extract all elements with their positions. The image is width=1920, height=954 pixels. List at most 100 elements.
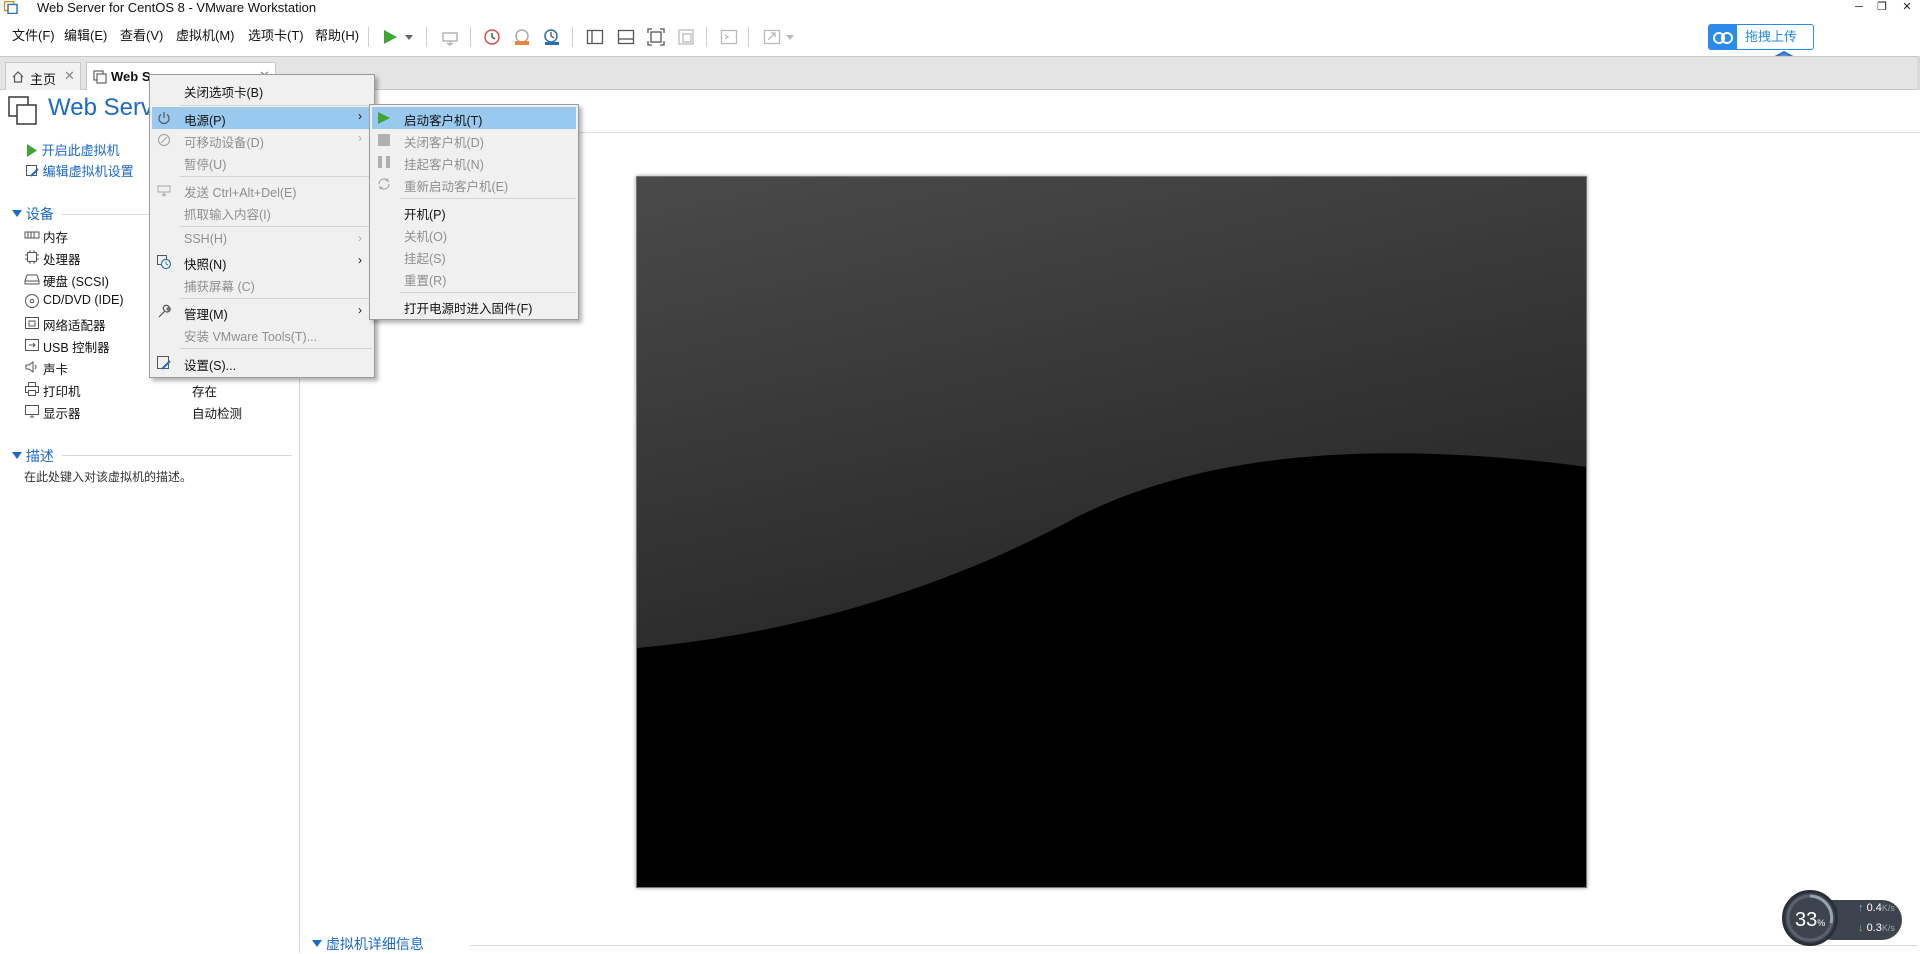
- menu-item-label: 重置(R): [404, 274, 447, 288]
- processor-icon: [24, 249, 40, 265]
- menu-item-label: 开机(P): [404, 208, 446, 222]
- power-dropdown-icon[interactable]: [402, 27, 416, 47]
- menu-pause[interactable]: 暂停(U): [152, 151, 372, 173]
- edit-vm-settings-label: 编辑虚拟机设置: [42, 164, 134, 179]
- menu-item-label: 捕获屏幕 (C): [184, 280, 255, 294]
- stretch-guest-icon[interactable]: [762, 27, 782, 47]
- close-window-button[interactable]: ✕: [1897, 0, 1917, 14]
- menu-suspend[interactable]: 挂起(S): [372, 245, 576, 267]
- maximize-button[interactable]: ❐: [1872, 0, 1892, 14]
- menu-item-label: 重新启动客户机(E): [404, 180, 509, 194]
- menu-help[interactable]: 帮助(H): [315, 18, 359, 54]
- device-name: 声卡: [43, 363, 69, 377]
- console-view-icon[interactable]: [719, 27, 739, 47]
- network-speed-widget[interactable]: 33% ↑ 0.4K/s ↓ 0.3K/s: [1782, 888, 1902, 948]
- menu-separator: [180, 348, 372, 349]
- menu-separator: [400, 292, 576, 293]
- tab-home-label: 主页: [30, 72, 57, 87]
- menu-capture-screen[interactable]: 捕获屏幕 (C): [152, 273, 372, 295]
- cloud-icon: [1709, 25, 1737, 49]
- snapshot-icon: [156, 254, 172, 270]
- menu-suspend-guest[interactable]: 挂起客户机(N): [372, 151, 576, 173]
- vmware-app-icon[interactable]: [4, 1, 18, 14]
- toolbar-separator: [748, 27, 749, 47]
- menu-manage[interactable]: 管理(M) ›: [152, 301, 372, 323]
- stretch-dropdown-icon[interactable]: [784, 27, 796, 47]
- wrench-icon: [156, 304, 172, 320]
- description-placeholder[interactable]: 在此处键入对该虚拟机的描述。: [24, 468, 192, 485]
- menu-toolbar: 文件(F) 编辑(E) 查看(V) 虚拟机(M) 选项卡(T) 帮助(H) 拖拽…: [0, 18, 1920, 56]
- full-screen-icon[interactable]: [646, 27, 666, 47]
- device-value: 自动检测: [192, 407, 243, 421]
- menu-item-label: 暂停(U): [184, 158, 227, 172]
- drag-upload-button[interactable]: 拖拽上传: [1708, 24, 1814, 50]
- snapshot-manager-icon[interactable]: [542, 27, 562, 47]
- device-name: CD/DVD (IDE): [43, 293, 124, 307]
- toolbar-separator: [706, 27, 707, 47]
- menu-item-label: 打开电源时进入固件(F): [404, 302, 533, 316]
- cd-dvd-icon: [24, 293, 40, 309]
- menu-power[interactable]: 电源(P) ›: [152, 107, 372, 129]
- submenu-arrow-icon: ›: [358, 109, 362, 123]
- menu-power-off[interactable]: 关机(O): [372, 223, 576, 245]
- revert-snapshot-icon[interactable]: [512, 27, 532, 47]
- snapshot-icon[interactable]: [482, 27, 502, 47]
- menu-power-on[interactable]: 开机(P): [372, 201, 576, 223]
- menu-install-vmware-tools[interactable]: 安装 VMware Tools(T)...: [152, 323, 372, 345]
- menu-edit[interactable]: 编辑(E): [64, 18, 107, 54]
- device-row-display[interactable]: 显示器 自动检测: [24, 400, 294, 422]
- menu-tabs[interactable]: 选项卡(T): [248, 18, 304, 54]
- section-divider: [470, 945, 1918, 946]
- show-library-icon[interactable]: [585, 27, 605, 47]
- menu-item-label: 管理(M): [184, 308, 228, 322]
- usage-percent-unit: %: [1817, 918, 1826, 928]
- menu-shutdown-guest[interactable]: 关闭客户机(D): [372, 129, 576, 151]
- play-icon: [376, 110, 392, 126]
- tab-home-close-icon[interactable]: ✕: [64, 68, 75, 84]
- memory-icon: [24, 227, 40, 243]
- minimize-button[interactable]: ─: [1849, 0, 1869, 14]
- vm-screen-thumbnail[interactable]: [636, 176, 1587, 888]
- menu-item-label: 挂起客户机(N): [404, 158, 484, 172]
- upload-speed-value: 0.4: [1866, 902, 1882, 914]
- menu-file[interactable]: 文件(F): [12, 18, 55, 54]
- menu-settings[interactable]: 设置(S)...: [152, 352, 372, 374]
- menu-close-tab[interactable]: 关闭选项卡(B): [152, 79, 372, 101]
- unity-mode-icon[interactable]: [676, 27, 696, 47]
- menu-start-guest[interactable]: 启动客户机(T): [372, 107, 576, 129]
- device-value: 存在: [192, 385, 218, 399]
- description-section-title: 描述: [25, 448, 54, 464]
- menu-item-label: SSH(H): [184, 232, 228, 246]
- device-name: 网络适配器: [43, 319, 106, 333]
- send-ctrl-alt-del-icon[interactable]: [440, 27, 460, 47]
- show-thumbnail-icon[interactable]: [616, 27, 636, 47]
- menu-restart-guest[interactable]: 重新启动客户机(E): [372, 173, 576, 195]
- device-row-printer[interactable]: 打印机 存在: [24, 378, 294, 400]
- menu-removable-devices[interactable]: 可移动设备(D) ›: [152, 129, 372, 151]
- menu-power-on-to-firmware[interactable]: 打开电源时进入固件(F): [372, 295, 576, 317]
- tab-home[interactable]: 主页 ✕: [5, 62, 81, 91]
- menu-item-label: 挂起(S): [404, 252, 446, 266]
- devices-section-toggle[interactable]: 设备: [12, 204, 54, 224]
- menu-snapshot[interactable]: 快照(N) ›: [152, 251, 372, 273]
- menu-separator: [180, 105, 372, 106]
- power-on-vm-link[interactable]: 开启此虚拟机: [26, 140, 120, 159]
- section-divider: [62, 455, 292, 456]
- menu-grab-input[interactable]: 抓取输入内容(I): [152, 201, 372, 223]
- menu-reset[interactable]: 重置(R): [372, 267, 576, 289]
- power-on-play-icon[interactable]: [380, 27, 400, 47]
- window-title: Web Server for CentOS 8 - VMware Worksta…: [37, 0, 317, 15]
- menu-item-label: 电源(P): [184, 114, 226, 128]
- edit-vm-settings-link[interactable]: 编辑虚拟机设置: [26, 161, 134, 180]
- menu-vm[interactable]: 虚拟机(M): [176, 18, 235, 54]
- description-section-toggle[interactable]: 描述: [12, 446, 54, 466]
- power-submenu: 启动客户机(T) 关闭客户机(D) 挂起客户机(N) 重新启动客户机(E) 开机…: [369, 104, 579, 320]
- upload-arrow-icon: ↑: [1858, 902, 1864, 914]
- vm-details-section-toggle[interactable]: 虚拟机详细信息: [312, 934, 424, 954]
- menu-view[interactable]: 查看(V): [120, 18, 163, 54]
- menu-send-ctrl-alt-del[interactable]: 发送 Ctrl+Alt+Del(E): [152, 179, 372, 201]
- menu-item-label: 发送 Ctrl+Alt+Del(E): [184, 186, 297, 200]
- settings-icon: [156, 355, 172, 371]
- menu-separator: [180, 298, 372, 299]
- menu-ssh[interactable]: SSH(H) ›: [152, 229, 372, 251]
